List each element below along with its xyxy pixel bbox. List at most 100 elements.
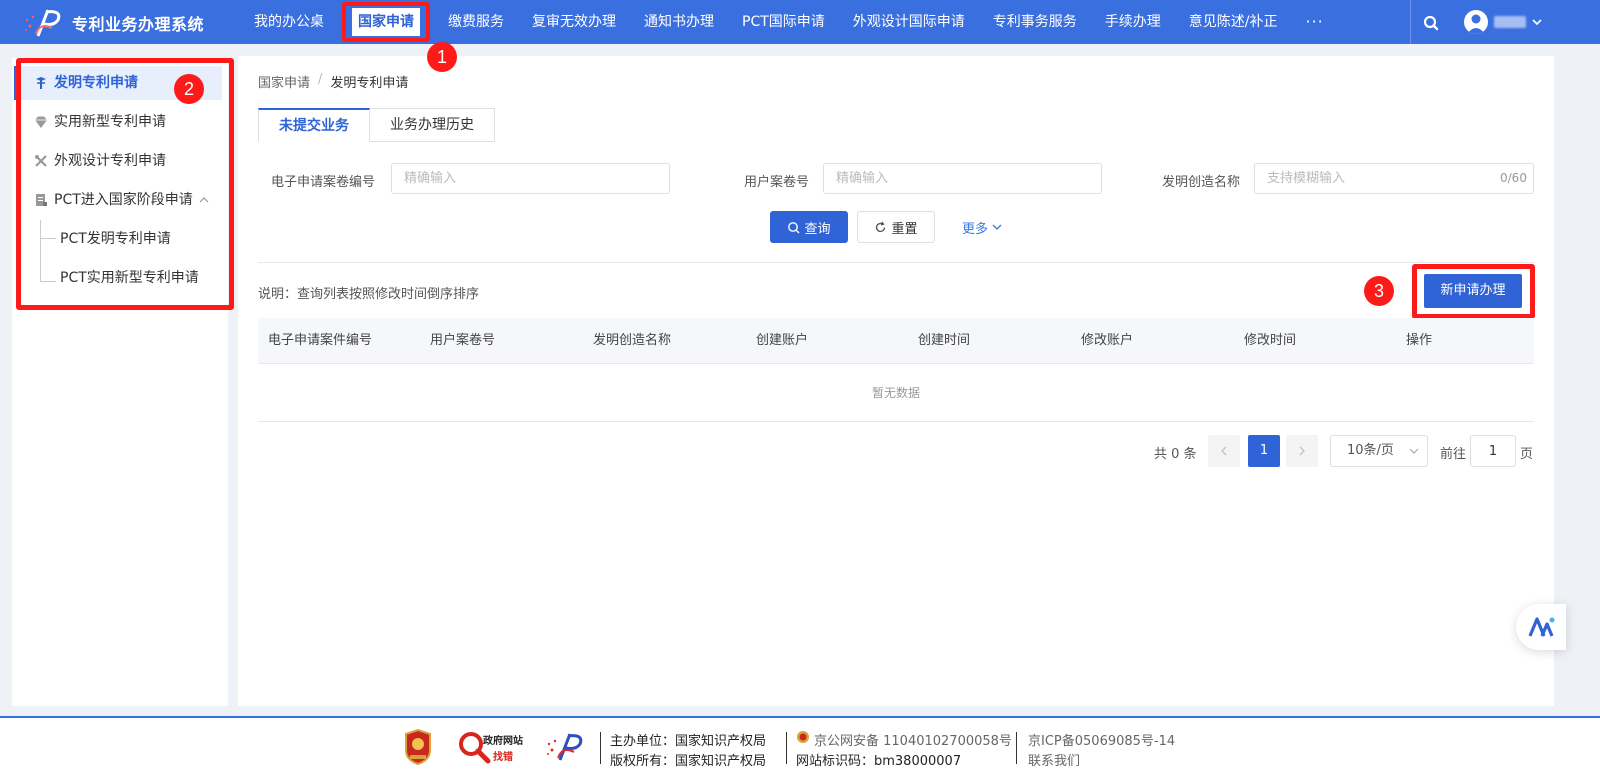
footer-icp[interactable]: 京ICP备05069085号-14 — [1028, 730, 1175, 749]
char-count: 0/60 — [1500, 171, 1527, 185]
sidebar-item-pct-national[interactable]: PCT进入国家阶段申请 — [14, 183, 209, 217]
sidebar-item-utility-model[interactable]: 实用新型专利申请 — [14, 105, 166, 139]
column-header: 修改账户 — [1081, 333, 1134, 348]
more-filters-button[interactable]: 更多 — [950, 211, 1014, 243]
column-header: 电子申请案件编号 — [268, 333, 373, 348]
user-no-input[interactable] — [823, 163, 1102, 194]
invention-icon — [36, 77, 46, 89]
user-icon — [1467, 14, 1485, 34]
tree-branch — [40, 281, 56, 282]
breadcrumb-current: 发明专利申请 — [330, 76, 409, 91]
chevron-right-icon — [1299, 446, 1305, 456]
sort-note: 说明：查询列表按照修改时间倒序排序 — [258, 287, 480, 302]
pagination-goto-label: 前往 — [1440, 447, 1467, 462]
new-application-button[interactable]: 新申请办理 — [1424, 274, 1522, 308]
table-empty-state: 暂无数据 — [258, 364, 1534, 422]
top-bar: 专利业务办理系统 我的办公桌 国家申请 缴费服务 复审无效办理 通知书办理 PC… — [0, 0, 1600, 44]
tab-history[interactable]: 业务办理历史 — [370, 108, 495, 142]
pagination-prev-button[interactable] — [1208, 435, 1240, 467]
page-size-select[interactable]: 10条/页 — [1330, 435, 1428, 467]
party-gov-emblem-icon[interactable] — [402, 728, 434, 766]
more-filters-label: 更多 — [961, 221, 988, 237]
refresh-icon — [876, 221, 886, 232]
nav-fee-service[interactable]: 缴费服务 — [434, 0, 518, 44]
column-header: 用户案卷号 — [430, 333, 496, 348]
footer-separator — [600, 732, 601, 764]
section-divider — [258, 262, 1534, 263]
nav-design-international[interactable]: 外观设计国际申请 — [839, 0, 979, 44]
query-button[interactable]: 查询 — [770, 211, 848, 243]
chevron-down-icon[interactable] — [1531, 16, 1543, 28]
sidebar-item-label: PCT进入国家阶段申请 — [54, 192, 193, 208]
assistant-float-button[interactable] — [1516, 604, 1566, 650]
table-header: 电子申请案件编号 用户案卷号 发明创造名称 创建账户 创建时间 修改账户 修改时… — [258, 318, 1534, 364]
user-name-redacted[interactable] — [1494, 16, 1526, 28]
footer-site-code: 网站标识码：bm38000007 — [796, 754, 962, 769]
nav-national-application[interactable]: 国家申请 — [352, 8, 420, 36]
footer-separator — [1016, 732, 1017, 764]
assistant-icon — [1528, 617, 1555, 637]
chevron-down-icon — [1409, 448, 1419, 454]
case-no-input[interactable] — [391, 163, 670, 194]
sidebar-item-label: 实用新型专利申请 — [54, 114, 166, 130]
design-tools-icon — [35, 155, 47, 167]
sidebar-item-label: 外观设计专利申请 — [54, 153, 166, 169]
sidebar-item-label: 发明专利申请 — [54, 75, 138, 91]
nav-opinion-correction[interactable]: 意见陈述/补正 — [1175, 0, 1292, 44]
find-error-label: 找错 — [493, 752, 513, 763]
nav-my-desk[interactable]: 我的办公桌 — [240, 0, 338, 44]
step-badge-2: 2 — [174, 74, 204, 104]
reset-button[interactable]: 重置 — [857, 211, 935, 243]
column-header: 创建账户 — [756, 333, 809, 348]
chevron-down-icon — [992, 224, 1002, 230]
nav-more-button[interactable]: ··· — [1292, 0, 1338, 44]
nav-notices[interactable]: 通知书办理 — [630, 0, 728, 44]
cnipa-logo-icon — [547, 733, 583, 761]
footer-contact-link[interactable]: 联系我们 — [1028, 750, 1080, 769]
column-header: 操作 — [1406, 333, 1433, 348]
breadcrumb-parent[interactable]: 国家申请 — [258, 72, 310, 91]
footer-police-record[interactable]: 京公网安备 11040102700058号 — [814, 730, 1012, 749]
footer-separator — [786, 732, 787, 764]
user-no-label: 用户案卷号 — [744, 175, 810, 190]
column-header: 发明创造名称 — [593, 333, 672, 348]
nav-reexamination[interactable]: 复审无效办理 — [518, 0, 630, 44]
top-separator — [1410, 0, 1411, 44]
pagination-total: 共 0 条 — [1154, 447, 1197, 462]
diamond-icon — [35, 116, 47, 128]
tree-line — [40, 220, 41, 282]
step-badge-3: 3 — [1364, 276, 1394, 306]
breadcrumb-separator: / — [318, 72, 323, 87]
sidebar-item-design[interactable]: 外观设计专利申请 — [14, 144, 166, 178]
document-icon — [36, 194, 47, 206]
police-badge-icon — [797, 731, 809, 743]
footer-copyright: 版权所有：国家知识产权局 — [610, 754, 767, 769]
app-logo-icon — [25, 9, 61, 37]
reset-button-label: 重置 — [891, 221, 918, 237]
column-header: 创建时间 — [918, 333, 971, 348]
query-button-label: 查询 — [804, 221, 831, 237]
sidebar-sub-pct-invention[interactable]: PCT发明专利申请 — [60, 224, 171, 254]
main-nav: 我的办公桌 国家申请 缴费服务 复审无效办理 通知书办理 PCT国际申请 外观设… — [240, 0, 1338, 44]
search-icon[interactable] — [1420, 12, 1442, 34]
footer-sponsor: 主办单位：国家知识产权局 — [610, 734, 767, 749]
pagination-page-1[interactable]: 1 — [1248, 435, 1280, 467]
pagination-next-button[interactable] — [1286, 435, 1318, 467]
invention-name-input[interactable] — [1254, 163, 1534, 194]
invention-name-label: 发明创造名称 — [1162, 175, 1241, 190]
gov-site-label: 政府网站 — [483, 736, 523, 747]
step-badge-1: 1 — [427, 42, 457, 72]
page-size-value: 10条/页 — [1347, 443, 1394, 458]
chevron-left-icon — [1221, 446, 1227, 456]
tree-branch — [40, 238, 56, 239]
nav-highlight-frame: 国家申请 — [342, 2, 430, 42]
nav-pct-international[interactable]: PCT国际申请 — [728, 0, 839, 44]
nav-patent-affairs[interactable]: 专利事务服务 — [979, 0, 1091, 44]
nav-procedures[interactable]: 手续办理 — [1091, 0, 1175, 44]
user-avatar[interactable] — [1464, 10, 1488, 34]
chevron-up-icon[interactable] — [199, 195, 209, 205]
gov-site-error-badge[interactable]: 政府网站 找错 — [457, 730, 527, 764]
tab-unsubmitted[interactable]: 未提交业务 — [258, 108, 370, 142]
pagination-goto-input[interactable] — [1470, 435, 1516, 467]
sidebar-sub-pct-utility[interactable]: PCT实用新型专利申请 — [60, 263, 199, 293]
